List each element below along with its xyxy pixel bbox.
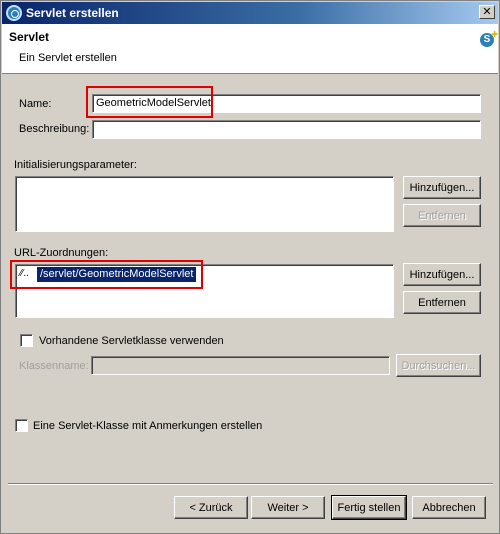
class-name-input[interactable] [91,356,390,375]
description-label: Beschreibung: [19,123,90,135]
eclipse-icon [6,5,22,21]
banner-title: Servlet [9,30,50,44]
new-servlet-icon: S [480,28,498,47]
init-add-button[interactable]: Hinzufügen... [403,176,481,199]
title-bar[interactable]: Servlet erstellen ✕ [2,2,498,24]
button-bar-separator [8,483,493,485]
name-label: Name: [19,98,52,110]
existing-class-label: Vorhandene Servletklasse verwenden [39,335,224,347]
existing-class-checkbox[interactable] [20,334,33,347]
url-add-button[interactable]: Hinzufügen... [403,263,481,286]
dialog-window: Servlet erstellen ✕ Servlet Ein Servlet … [0,0,500,534]
close-button[interactable]: ✕ [479,5,495,19]
url-mappings-label: URL-Zuordnungen: [14,247,109,259]
class-name-label: Klassenname: [19,360,89,372]
description-input[interactable] [92,120,481,139]
url-highlight-box [10,260,203,289]
next-button[interactable]: Weiter > [251,496,325,519]
window-title: Servlet erstellen [26,6,119,20]
finish-button[interactable]: Fertig stellen [331,495,407,520]
back-button[interactable]: < Zurück [174,496,248,519]
init-params-list[interactable] [15,176,394,232]
init-remove-button[interactable]: Entfernen [403,204,481,227]
banner-description: Ein Servlet erstellen [19,52,117,64]
annotations-label: Eine Servlet-Klasse mit Anmerkungen erst… [33,420,263,432]
init-params-label: Initialisierungsparameter: [14,159,137,171]
annotations-checkbox[interactable] [15,419,28,432]
url-remove-button[interactable]: Entfernen [403,291,481,314]
name-highlight-box [86,86,213,118]
wizard-banner: Servlet Ein Servlet erstellen S [2,24,498,74]
cancel-button[interactable]: Abbrechen [412,496,486,519]
browse-button[interactable]: Durchsuchen... [396,354,481,377]
